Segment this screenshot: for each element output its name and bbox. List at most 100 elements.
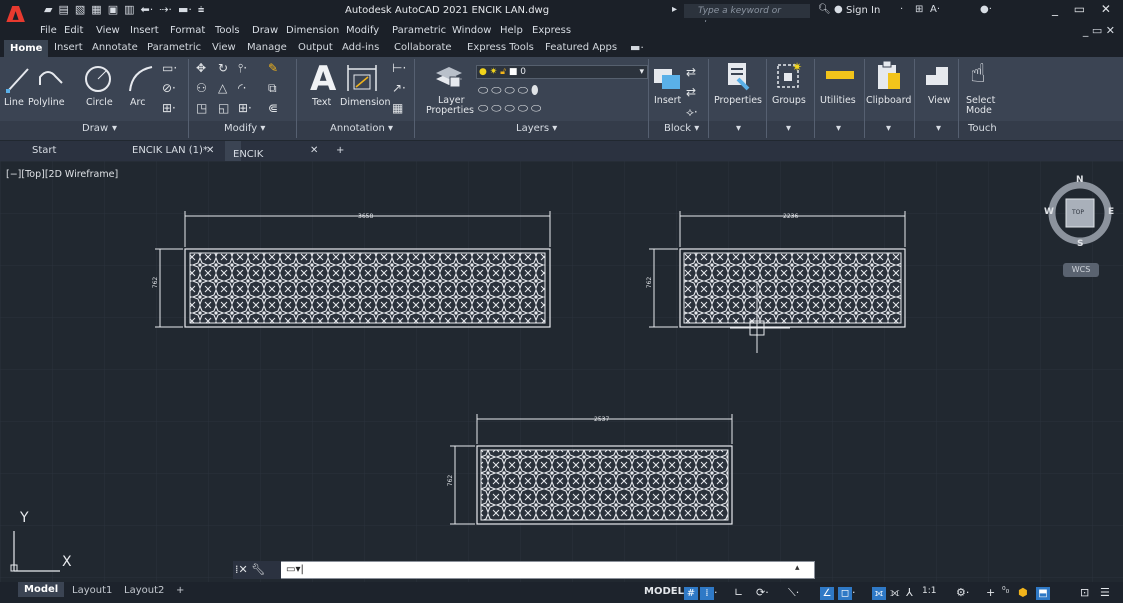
autodesk-app-icon[interactable]: A· [930,4,940,15]
offset-icon[interactable]: ⋐ [268,101,278,115]
leader-icon[interactable]: ↗· [392,81,406,95]
scale-icon[interactable]: ◱ [218,101,229,115]
layer-properties-label-2[interactable]: Properties [426,105,474,116]
doc-window-controls[interactable]: _ ▭ ✕ [1083,24,1115,37]
command-line-controls[interactable]: ⁞✕ 🔧︎ [233,561,281,579]
quick-properties-icon[interactable]: ⬢ [1018,586,1028,599]
menu-dimension[interactable]: Dimension [286,25,339,36]
plot-icon[interactable]: ▣ [108,3,118,17]
insert-label[interactable]: Insert [654,95,681,106]
groups-icon[interactable]: ✷ [776,61,802,91]
layer-properties-icon[interactable] [434,61,464,91]
new-tab-icon[interactable]: + [336,145,344,156]
view-icon[interactable] [924,63,952,91]
isolate-objects-icon[interactable]: ⬒ [1036,586,1050,600]
layout1-tab[interactable]: Layout1 [72,585,112,596]
arc-tool-label[interactable]: Arc [130,97,145,108]
tab-view[interactable]: View [212,42,236,53]
units-icon[interactable]: ⁰₀ [1002,586,1009,596]
menu-window[interactable]: Window [452,25,491,36]
move-icon[interactable]: ✥ [196,61,206,75]
tab-parametric[interactable]: Parametric [147,42,201,53]
add-layout-icon[interactable]: + [176,585,184,596]
line-tool-label[interactable]: Line [4,97,24,108]
select-mode-label-2[interactable]: Mode [966,105,992,116]
save-icon[interactable]: ▤ [58,3,68,17]
undo-icon[interactable]: ⬅· [141,3,154,17]
mirror-icon[interactable]: △ [218,81,227,95]
tab-add-ins[interactable]: Add-ins [342,42,379,53]
tab-annotate[interactable]: Annotate [92,42,138,53]
search-icon[interactable]: 🔍︎ [818,4,831,15]
annotation-scale-icon[interactable]: ⅄ [906,586,913,599]
model-space-toggle[interactable]: MODEL [644,586,684,597]
tab-manage[interactable]: Manage [247,42,287,53]
auto-scale-icon[interactable]: ⟗ [890,586,900,600]
groups-label[interactable]: Groups [772,95,806,106]
menu-parametric[interactable]: Parametric [392,25,446,36]
layer-tools-row1-icons[interactable]: ⬭⬭⬭⬭⬮ [478,83,542,98]
menu-help[interactable]: Help [500,25,523,36]
text-tool-label[interactable]: Text [312,97,331,108]
viewcube-north[interactable]: N [1076,175,1084,185]
utilities-icon[interactable] [826,71,854,79]
model-tab[interactable]: Model [18,582,65,597]
annotation-scale-value[interactable]: 1:1 [922,586,936,596]
cart-icon[interactable]: ⊞ [915,4,923,15]
menu-format[interactable]: Format [170,25,205,36]
window-controls[interactable]: _ ▭ ✕ [1052,2,1117,16]
polyline-tool-label[interactable]: Polyline [28,97,65,108]
close-icon[interactable]: ✕ [310,145,318,156]
table-annot-icon[interactable]: ▦ [392,101,403,115]
viewcube-west[interactable]: W [1044,207,1054,217]
create-block-icon[interactable]: ⇄ [686,65,696,79]
layer-tools-row2-icons[interactable]: ⬭⬭⬭⬭⬭ [478,101,544,116]
hatch-icon[interactable]: ⊘· [162,81,176,95]
menu-file[interactable]: File [40,25,57,36]
search-input[interactable]: Type a keyword or phrase [684,4,810,30]
menu-modify[interactable]: Modify [346,25,379,36]
drawing-canvas[interactable]: 3658 762 2236 762 2537 762 [−][Top][2D W… [0,161,1123,582]
utilities-dropdown-icon[interactable]: ▾ [836,123,841,134]
groups-dropdown-icon[interactable]: ▾ [786,123,791,134]
clipboard-icon[interactable] [876,59,902,93]
draw-panel-title[interactable]: Draw [82,123,108,134]
menu-view[interactable]: View [96,25,120,36]
select-mode-icon[interactable]: ☝ [970,59,986,89]
publish-icon[interactable]: ▦ [91,3,101,17]
circle-tool-label[interactable]: Circle [86,97,113,108]
properties-dropdown-icon[interactable]: ▾ [736,123,741,134]
menu-tools[interactable]: Tools [215,25,240,36]
command-history-icon[interactable]: ▴ [795,563,800,573]
dropdown-icon[interactable]: · [900,4,903,15]
tab-collaborate[interactable]: Collaborate [394,42,452,53]
tab-home[interactable]: Home [4,40,49,57]
annotation-panel-title[interactable]: Annotation ▾ [330,123,393,134]
erase-icon[interactable]: ✎ [268,61,278,75]
utilities-label[interactable]: Utilities [820,95,856,106]
explode-icon[interactable]: ⧉ [268,81,277,96]
clipboard-dropdown-icon[interactable]: ▾ [886,123,891,134]
tab-insert[interactable]: Insert [54,42,83,53]
customize-icon[interactable]: ☰ [1100,586,1110,599]
layers-panel-title[interactable]: Layers ▾ [516,123,557,134]
tab-output[interactable]: Output [298,42,333,53]
array-icon[interactable]: ⊞· [238,101,252,115]
clipboard-label[interactable]: Clipboard [866,95,911,106]
annotation-monitor-icon[interactable]: + [986,586,995,599]
viewcube-south[interactable]: S [1077,239,1083,249]
customize-qat-icon[interactable]: ⩧ [198,3,204,17]
menu-draw[interactable]: Draw [252,25,278,36]
modify-panel-title[interactable]: Modify ▾ [224,123,265,134]
sign-in-button[interactable]: Sign In [846,5,880,16]
object-snap-tracking-icon[interactable]: ∠ [820,586,834,600]
help-icon[interactable]: ●· [980,4,992,15]
view-label[interactable]: View [928,95,951,106]
workspace-gear-icon[interactable]: ⚙· [956,586,969,599]
ortho-icon[interactable]: ∟ [734,586,743,599]
viewcube-top[interactable]: TOP [1072,209,1084,216]
clean-screen-icon[interactable]: ⊡ [1080,586,1089,599]
viewport-controls[interactable]: [−][Top][2D Wireframe] [6,169,118,180]
wrench-icon[interactable]: 🔧︎ [251,563,265,576]
dimension-tool-label[interactable]: Dimension [340,97,391,108]
